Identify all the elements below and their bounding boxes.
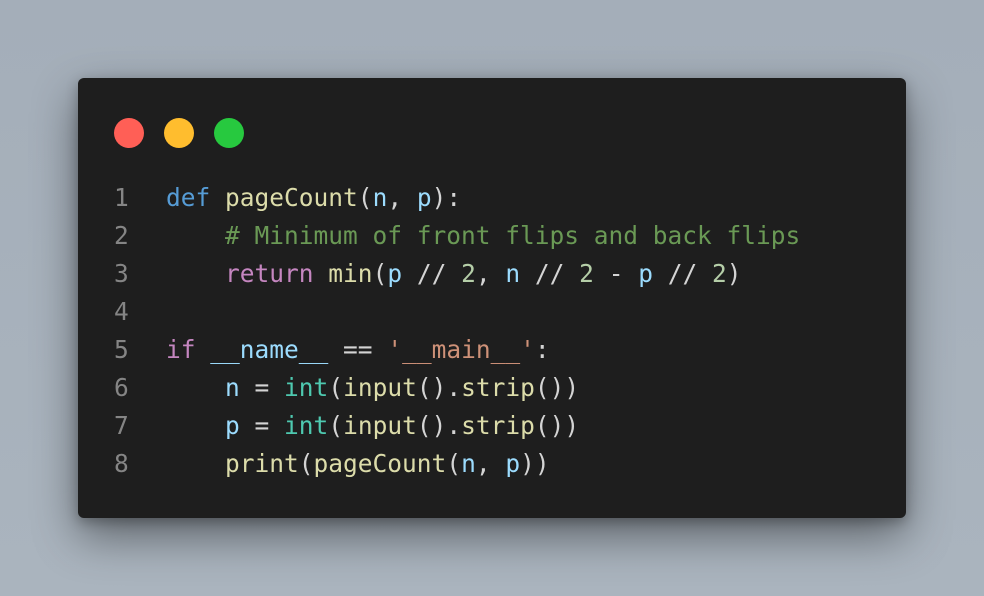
code-token: pageCount — [225, 183, 358, 212]
code-window: 1 def pageCount(n, p): 2 # Minimum of fron… — [78, 78, 906, 518]
code-token: , — [475, 259, 506, 288]
code-token: ( — [446, 449, 462, 478]
code-token: , — [475, 449, 506, 478]
code-token: ( — [357, 183, 373, 212]
code-token: ()) — [534, 411, 580, 440]
code-line: 7 p = int(input().strip()) — [114, 407, 894, 445]
line-number: 4 — [114, 297, 129, 326]
code-token: 2 — [711, 259, 727, 288]
code-token: min — [328, 259, 373, 288]
code-text: # Minimum of front flips and back flips — [166, 221, 800, 250]
code-token: ( — [328, 411, 344, 440]
line-number: 7 — [114, 411, 129, 440]
code-token: '__main__' — [387, 335, 535, 364]
code-block: 1 def pageCount(n, p): 2 # Minimum of fron… — [114, 179, 894, 483]
line-number: 1 — [114, 183, 129, 212]
code-token: ): — [431, 183, 462, 212]
code-token: // — [402, 259, 462, 288]
code-token: int — [284, 411, 329, 440]
code-token: = — [239, 373, 285, 402]
code-token: ( — [328, 373, 344, 402]
code-token: p — [638, 259, 653, 288]
code-line: 8 print(pageCount(n, p)) — [114, 445, 894, 483]
code-token: ( — [372, 259, 388, 288]
code-token: p — [225, 411, 240, 440]
code-line: 2 # Minimum of front flips and back flip… — [114, 217, 894, 255]
code-token: 2 — [579, 259, 594, 288]
code-token: return — [225, 259, 314, 288]
code-token: (). — [416, 411, 462, 440]
line-number: 8 — [114, 449, 129, 478]
line-number: 6 — [114, 373, 129, 402]
code-token: strip — [461, 373, 535, 402]
code-token: = — [239, 411, 285, 440]
line-number: 3 — [114, 259, 129, 288]
code-token: - — [593, 259, 639, 288]
maximize-dot-icon[interactable] — [214, 118, 244, 148]
code-token: == — [328, 335, 388, 364]
code-token: (). — [416, 373, 462, 402]
code-line: 5 if __name__ == '__main__': — [114, 331, 894, 369]
code-token: // — [520, 259, 580, 288]
code-token: p — [387, 259, 403, 288]
code-text: print(pageCount(n, p)) — [166, 449, 550, 478]
code-token: )) — [520, 449, 550, 478]
code-token: : — [534, 335, 550, 364]
code-line: 4 — [114, 293, 894, 331]
code-token: , — [387, 183, 417, 212]
code-token: pageCount — [313, 449, 447, 478]
close-dot-icon[interactable] — [114, 118, 144, 148]
code-token: n — [225, 373, 240, 402]
code-line: 6 n = int(input().strip()) — [114, 369, 894, 407]
code-token: ( — [298, 449, 314, 478]
code-text: return min(p // 2, n // 2 - p // 2) — [166, 259, 742, 288]
code-token: n — [505, 259, 521, 288]
code-text: if __name__ == '__main__': — [166, 335, 550, 364]
code-token: ) — [726, 259, 742, 288]
code-token: int — [284, 373, 329, 402]
code-token: p — [416, 183, 432, 212]
code-line: 3 return min(p // 2, n // 2 - p // 2) — [114, 255, 894, 293]
code-token: 2 — [461, 259, 476, 288]
code-text: n = int(input().strip()) — [166, 373, 579, 402]
minimize-dot-icon[interactable] — [164, 118, 194, 148]
code-text: def pageCount(n, p): — [166, 183, 461, 212]
code-token: # Minimum of front flips and back flips — [225, 221, 801, 250]
code-token: def — [166, 183, 211, 212]
code-token: p — [505, 449, 521, 478]
code-token: // — [652, 259, 712, 288]
code-text: p = int(input().strip()) — [166, 411, 579, 440]
code-token: input — [343, 373, 417, 402]
code-token: if — [166, 335, 196, 364]
code-token: print — [225, 449, 299, 478]
code-line: 1 def pageCount(n, p): — [114, 179, 894, 217]
code-token: __name__ — [210, 335, 329, 364]
code-token: ()) — [534, 373, 580, 402]
code-token: strip — [461, 411, 535, 440]
code-token: input — [343, 411, 417, 440]
line-number: 5 — [114, 335, 129, 364]
code-token: n — [372, 183, 388, 212]
code-token: n — [461, 449, 476, 478]
line-number: 2 — [114, 221, 129, 250]
